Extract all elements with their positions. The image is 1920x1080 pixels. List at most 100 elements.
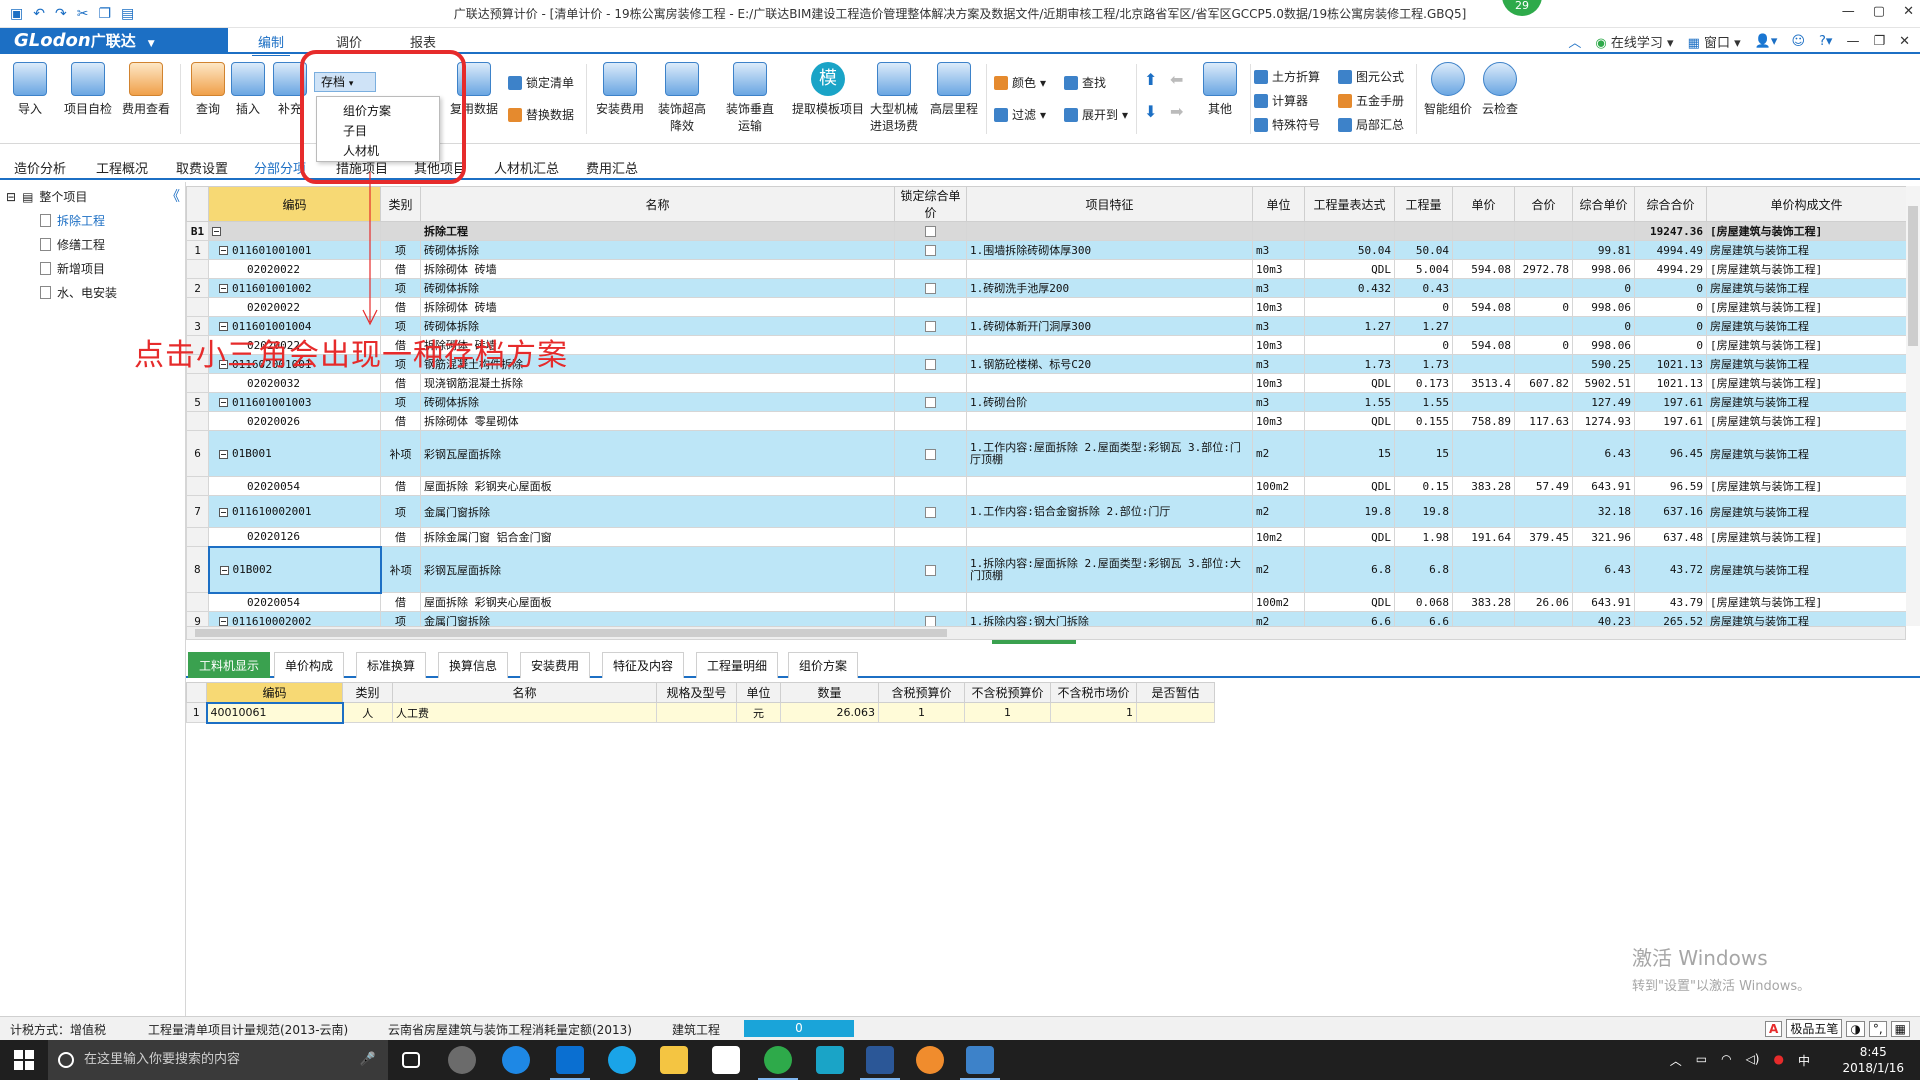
cell-unit-price[interactable]: 40.23 [1572, 611, 1635, 626]
cell-lock[interactable] [894, 278, 967, 298]
table-row[interactable]: 1 40010061 人 人工费 元 26.063 1 1 1 [186, 701, 1215, 724]
cell-price-file[interactable]: 房屋建筑与装饰工程 [1706, 392, 1907, 412]
cell-total[interactable]: 57.49 [1514, 476, 1573, 496]
row-header[interactable]: 8 [186, 546, 209, 593]
scrollbar-thumb[interactable] [1908, 206, 1918, 346]
store-icon[interactable] [712, 1046, 740, 1074]
cell-price-file[interactable]: [房屋建筑与装饰工程] [1706, 373, 1907, 393]
cell-price[interactable] [1452, 611, 1515, 626]
table-row[interactable]: 02020022 借拆除砌体 砖墙 10m3 0 594.08 0 998.06 0 [房屋建筑… [186, 297, 1907, 317]
cell-unit[interactable]: m2 [1252, 546, 1305, 593]
menu-tab-edit[interactable]: 编制 [251, 32, 291, 58]
task-view-icon[interactable] [402, 1052, 420, 1068]
cell-price-file[interactable]: 房屋建筑与装饰工程 [1706, 495, 1907, 528]
row-header[interactable]: 9 [186, 611, 209, 626]
paste-icon[interactable]: ▤ [121, 6, 134, 22]
cell-unit-total[interactable]: 4994.49 [1634, 240, 1707, 260]
cell-qty-expr[interactable]: 6.6 [1304, 611, 1395, 626]
col-header-unit[interactable]: 单位 [1252, 186, 1305, 222]
collapse-toggle-icon[interactable] [219, 507, 228, 517]
cell-qty[interactable]: 0 [1394, 335, 1453, 355]
earth-calc-button[interactable]: 土方折算 [1254, 68, 1320, 85]
cell-features[interactable] [966, 259, 1253, 279]
cloud-check-button[interactable]: 云检查 [1472, 62, 1528, 117]
col-header-qty-expr[interactable]: 工程量表达式 [1304, 186, 1395, 222]
cell-unit-price[interactable]: 127.49 [1572, 392, 1635, 412]
sub-col-name[interactable]: 名称 [392, 682, 657, 703]
tab-project-overview[interactable]: 工程概况 [96, 158, 148, 177]
dropdown-item-resources[interactable]: 人材机 [317, 141, 439, 161]
cell-features[interactable]: 1.围墙拆除砖砌体厚300 [966, 240, 1253, 260]
cell-price[interactable] [1452, 392, 1515, 412]
tab-fee-summary[interactable]: 费用汇总 [586, 158, 638, 177]
cell-features[interactable] [966, 373, 1253, 393]
cell-unit-total[interactable]: 197.61 [1634, 392, 1707, 412]
cell-code[interactable]: 011601001003 [208, 392, 381, 412]
cell-total[interactable]: 117.63 [1514, 411, 1573, 431]
cell-total[interactable] [1514, 611, 1573, 626]
cell-code[interactable]: 02020054 [208, 592, 381, 612]
tab-conversion-info[interactable]: 换算信息 [438, 652, 509, 678]
tree-item-new[interactable]: 新增项目 [40, 260, 105, 277]
cell-unit-price[interactable]: 998.06 [1572, 335, 1635, 355]
cell-features[interactable] [966, 297, 1253, 317]
decor-vertical-button[interactable]: 装饰垂直 运输 [722, 62, 778, 134]
cell-name[interactable]: 彩钢瓦屋面拆除 [420, 430, 895, 477]
cell-qty[interactable]: 0.155 [1394, 411, 1453, 431]
special-symbol-button[interactable]: 特殊符号 [1254, 116, 1320, 133]
menu-tab-price-adjust[interactable]: 调价 [336, 32, 362, 51]
row-header[interactable] [186, 592, 209, 612]
cell-qty[interactable]: 0.15 [1394, 476, 1453, 496]
supplement-button[interactable]: 补充 [262, 62, 318, 117]
cell-total[interactable] [1514, 430, 1573, 477]
cell-qty-expr[interactable]: QDL [1304, 373, 1395, 393]
table-row[interactable]: 02020022 借拆除砌体 砖墙 10m3 QDL 5.004 594.08 2972.7… [186, 259, 1907, 279]
cell-features[interactable] [966, 411, 1253, 431]
cell-unit[interactable]: 10m2 [1252, 527, 1305, 547]
import-button[interactable]: 导入 [2, 62, 58, 117]
cell-lock[interactable] [894, 411, 967, 431]
cell-type[interactable]: 借 [380, 592, 421, 612]
cell-unit[interactable]: m2 [1252, 611, 1305, 626]
cell-unit[interactable]: 10m3 [1252, 411, 1305, 431]
table-row[interactable]: 02020032 借现浇钢筋混凝土拆除 10m3 QDL 0.173 3513.4 607.… [186, 373, 1907, 393]
cell-features[interactable]: 1.砖砌洗手池厚200 [966, 278, 1253, 298]
cell-unit-price[interactable]: 32.18 [1572, 495, 1635, 528]
cell-unit-total[interactable]: 637.16 [1634, 495, 1707, 528]
cell-lock[interactable] [894, 476, 967, 496]
cell-unit-total[interactable]: 1021.13 [1634, 373, 1707, 393]
cell-qty-expr[interactable]: 1.27 [1304, 316, 1395, 336]
cell-unit-total[interactable]: 4994.29 [1634, 259, 1707, 279]
cell-lock[interactable] [894, 259, 967, 279]
cell-code[interactable]: 02020026 [208, 411, 381, 431]
cell-unit[interactable]: 10m3 [1252, 259, 1305, 279]
calculator-button[interactable]: 计算器 [1254, 92, 1308, 109]
cell-unit-price[interactable]: 643.91 [1572, 476, 1635, 496]
ime-toolbar[interactable]: A 极品五笔 ◑ °, ▦ [1765, 1019, 1910, 1038]
cell-price-file[interactable]: [房屋建筑与装饰工程] [1706, 335, 1907, 355]
cell-total[interactable] [1514, 316, 1573, 336]
cell-total[interactable] [1514, 495, 1573, 528]
cell-total[interactable] [1514, 392, 1573, 412]
cell-name[interactable]: 屋面拆除 彩钢夹心屋面板 [420, 592, 895, 612]
cell-features[interactable] [966, 221, 1253, 241]
cell-qty-expr[interactable]: 6.8 [1304, 546, 1395, 593]
cell-features[interactable]: 1.拆除内容:屋面拆除 2.屋面类型:彩钢瓦 3.部位:大门顶棚 [966, 546, 1253, 593]
col-header-total[interactable]: 合价 [1514, 186, 1573, 222]
cell-unit-price[interactable]: 5902.51 [1572, 373, 1635, 393]
doc-restore-button[interactable]: ❐ [1873, 34, 1885, 49]
cell-lock[interactable] [894, 495, 967, 528]
cell-name[interactable]: 拆除砌体 零星砌体 [420, 411, 895, 431]
row-header[interactable]: 2 [186, 278, 209, 298]
expand-to-button[interactable]: 展开到 ▾ [1064, 106, 1128, 123]
cell-qty-expr[interactable]: 1.55 [1304, 392, 1395, 412]
tab-materials[interactable]: 工料机显示 [188, 652, 271, 678]
ie-icon[interactable] [502, 1046, 530, 1074]
cell-total[interactable]: 379.45 [1514, 527, 1573, 547]
cell-qty[interactable]: 6.8 [1394, 546, 1453, 593]
tab-sub-items[interactable]: 分部分项 [254, 158, 306, 177]
punctuation-icon[interactable]: °, [1868, 1020, 1887, 1037]
cell-unit-total[interactable]: 0 [1634, 335, 1707, 355]
service-icon[interactable]: ☺ [1791, 34, 1805, 49]
cell-code[interactable]: 02020126 [208, 527, 381, 547]
